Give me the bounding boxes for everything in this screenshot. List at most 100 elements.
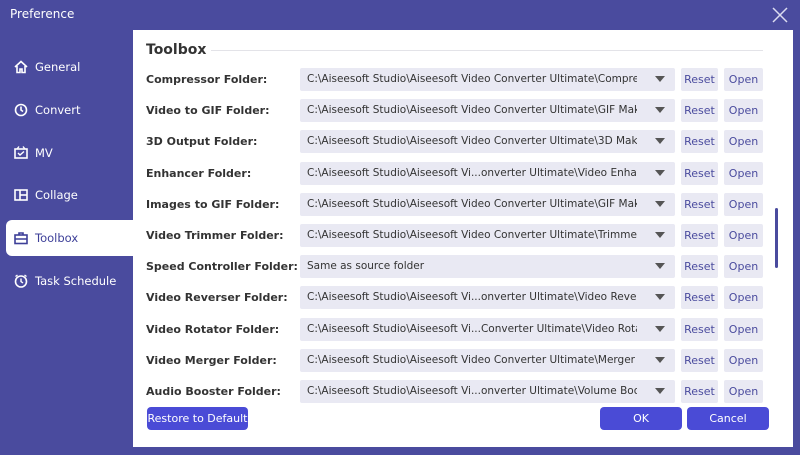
convert-icon bbox=[14, 103, 28, 117]
open-button[interactable]: Open bbox=[724, 255, 763, 279]
reset-button[interactable]: Reset bbox=[681, 99, 718, 123]
folder-path: C:\Aiseesoft Studio\Aiseesoft Vi...onver… bbox=[307, 291, 637, 304]
home-icon bbox=[14, 60, 28, 74]
open-button[interactable]: Open bbox=[724, 348, 763, 372]
open-button[interactable]: Open bbox=[724, 99, 763, 123]
folder-path: C:\Aiseesoft Studio\Aiseesoft Vi...onver… bbox=[307, 385, 637, 397]
chevron-down-icon bbox=[655, 388, 665, 394]
chevron-down-icon bbox=[655, 356, 665, 363]
folder-path-select[interactable]: C:\Aiseesoft Studio\Aiseesoft Video Conv… bbox=[300, 224, 675, 247]
folder-label: Enhancer Folder: bbox=[146, 166, 252, 180]
cancel-button[interactable]: Cancel bbox=[687, 407, 769, 430]
folder-label: Video Merger Folder: bbox=[146, 353, 277, 367]
folder-row: Compressor Folder: C:\Aiseesoft Studio\A… bbox=[133, 68, 773, 92]
folder-path: C:\Aiseesoft Studio\Aiseesoft Video Conv… bbox=[307, 197, 637, 210]
folder-row: 3D Output Folder: C:\Aiseesoft Studio\Ai… bbox=[133, 130, 773, 154]
collage-icon bbox=[14, 189, 28, 202]
restore-default-button[interactable]: Restore to Default bbox=[147, 407, 248, 430]
folder-path: C:\Aiseesoft Studio\Aiseesoft Video Conv… bbox=[307, 353, 635, 366]
folder-path-select[interactable]: C:\Aiseesoft Studio\Aiseesoft Video Conv… bbox=[300, 99, 675, 123]
folder-path-select[interactable]: C:\Aiseesoft Studio\Aiseesoft Video Conv… bbox=[300, 68, 675, 91]
title-bar: Preference bbox=[0, 0, 800, 30]
folder-path: Same as source folder bbox=[307, 260, 425, 273]
reset-button[interactable]: Reset bbox=[681, 130, 718, 154]
folder-path: C:\Aiseesoft Studio\Aiseesoft Vi...Conve… bbox=[307, 322, 637, 335]
chevron-down-icon bbox=[655, 200, 665, 207]
folder-path-select[interactable]: C:\Aiseesoft Studio\Aiseesoft Video Conv… bbox=[300, 130, 675, 154]
folder-path-select[interactable]: Same as source folder bbox=[300, 255, 675, 279]
sidebar-item-label: Convert bbox=[35, 102, 81, 117]
reset-button[interactable]: Reset bbox=[681, 161, 718, 185]
open-button[interactable]: Open bbox=[724, 224, 763, 247]
folder-label: Video to GIF Folder: bbox=[146, 104, 270, 118]
open-button[interactable]: Open bbox=[724, 130, 763, 154]
folder-label: Audio Booster Folder: bbox=[146, 385, 281, 398]
reset-button[interactable]: Reset bbox=[681, 348, 718, 372]
clock-icon bbox=[14, 274, 28, 288]
sidebar-item-label: Toolbox bbox=[35, 231, 79, 246]
chevron-down-icon bbox=[655, 325, 665, 332]
reset-button[interactable]: Reset bbox=[681, 380, 718, 403]
folder-row: Enhancer Folder: C:\Aiseesoft Studio\Ais… bbox=[133, 161, 773, 186]
folder-label: Video Trimmer Folder: bbox=[146, 229, 284, 242]
reset-button[interactable]: Reset bbox=[681, 255, 718, 279]
reset-button[interactable]: Reset bbox=[681, 286, 718, 310]
folder-row: Video Trimmer Folder: C:\Aiseesoft Studi… bbox=[133, 224, 773, 248]
open-button[interactable]: Open bbox=[724, 286, 763, 310]
folder-path: C:\Aiseesoft Studio\Aiseesoft Video Conv… bbox=[307, 229, 637, 241]
ok-button[interactable]: OK bbox=[600, 407, 682, 430]
folder-path: C:\Aiseesoft Studio\Aiseesoft Video Conv… bbox=[307, 135, 637, 148]
sidebar: General Convert MV Collage Toolbox Task … bbox=[0, 49, 133, 306]
section-title: Toolbox bbox=[146, 42, 207, 58]
open-button[interactable]: Open bbox=[724, 380, 763, 403]
sidebar-item-collage[interactable]: Collage bbox=[0, 177, 133, 213]
folder-path-select[interactable]: C:\Aiseesoft Studio\Aiseesoft Video Conv… bbox=[300, 348, 675, 372]
folder-path-select[interactable]: C:\Aiseesoft Studio\Aiseesoft Video Conv… bbox=[300, 192, 675, 216]
window-title: Preference bbox=[10, 7, 75, 21]
reset-button[interactable]: Reset bbox=[681, 224, 718, 247]
chevron-down-icon bbox=[655, 107, 665, 114]
open-button[interactable]: Open bbox=[724, 192, 763, 216]
folder-row: Video Rotator Folder: C:\Aiseesoft Studi… bbox=[133, 317, 773, 342]
sidebar-item-label: Task Schedule bbox=[35, 273, 117, 288]
chevron-down-icon bbox=[655, 232, 665, 238]
sidebar-item-convert[interactable]: Convert bbox=[0, 92, 133, 128]
open-button[interactable]: Open bbox=[724, 68, 763, 91]
folder-path: C:\Aiseesoft Studio\Aiseesoft Video Conv… bbox=[307, 73, 637, 85]
folder-row: Speed Controller Folder: Same as source … bbox=[133, 255, 773, 279]
folder-label: Speed Controller Folder: bbox=[146, 260, 298, 274]
folder-path-select[interactable]: C:\Aiseesoft Studio\Aiseesoft Vi...onver… bbox=[300, 380, 675, 403]
reset-button[interactable]: Reset bbox=[681, 317, 718, 341]
sidebar-item-general[interactable]: General bbox=[0, 49, 133, 85]
reset-button[interactable]: Reset bbox=[681, 68, 718, 91]
open-button[interactable]: Open bbox=[724, 317, 763, 341]
folder-label: Images to GIF Folder: bbox=[146, 197, 280, 211]
sidebar-item-label: General bbox=[35, 60, 81, 74]
reset-button[interactable]: Reset bbox=[681, 192, 718, 216]
chevron-down-icon bbox=[655, 263, 665, 270]
folder-row: Video to GIF Folder: C:\Aiseesoft Studio… bbox=[133, 99, 773, 123]
folder-path-select[interactable]: C:\Aiseesoft Studio\Aiseesoft Vi...onver… bbox=[300, 286, 675, 310]
chevron-down-icon bbox=[655, 138, 665, 145]
folder-row: Audio Booster Folder: C:\Aiseesoft Studi… bbox=[133, 380, 773, 404]
sidebar-item-mv[interactable]: MV bbox=[0, 135, 133, 171]
sidebar-item-toolbox[interactable]: Toolbox bbox=[6, 220, 133, 257]
sidebar-item-label: MV bbox=[35, 145, 53, 160]
folder-path-select[interactable]: C:\Aiseesoft Studio\Aiseesoft Vi...onver… bbox=[300, 161, 675, 185]
sidebar-item-label: Collage bbox=[35, 188, 78, 203]
chevron-down-icon bbox=[655, 169, 665, 176]
folder-path-select[interactable]: C:\Aiseesoft Studio\Aiseesoft Vi...Conve… bbox=[300, 317, 675, 341]
chevron-down-icon bbox=[655, 294, 665, 301]
folder-row: Video Merger Folder: C:\Aiseesoft Studio… bbox=[133, 348, 773, 373]
folder-label: Compressor Folder: bbox=[146, 73, 268, 86]
section-divider bbox=[211, 50, 763, 51]
open-button[interactable]: Open bbox=[724, 161, 763, 185]
folder-path: C:\Aiseesoft Studio\Aiseesoft Vi...onver… bbox=[307, 166, 637, 179]
close-icon[interactable] bbox=[770, 5, 790, 25]
folder-label: Video Reverser Folder: bbox=[146, 291, 288, 305]
scrollbar-thumb[interactable] bbox=[775, 208, 778, 268]
chevron-down-icon bbox=[655, 76, 665, 82]
settings-panel: Toolbox Compressor Folder: C:\Aiseesoft … bbox=[133, 30, 793, 447]
folder-row: Images to GIF Folder: C:\Aiseesoft Studi… bbox=[133, 192, 773, 217]
sidebar-item-task-schedule[interactable]: Task Schedule bbox=[0, 263, 133, 299]
